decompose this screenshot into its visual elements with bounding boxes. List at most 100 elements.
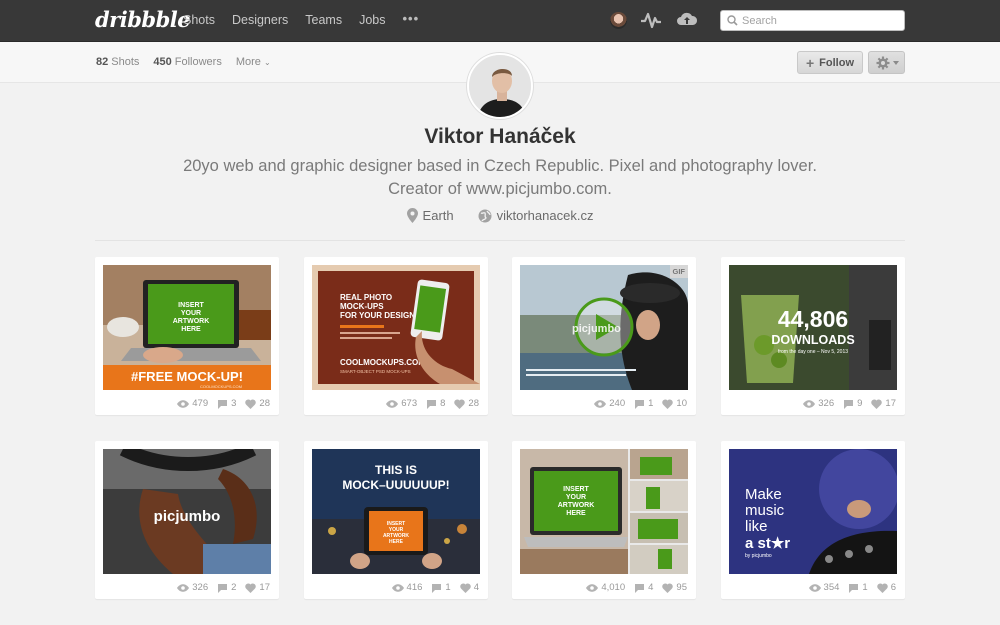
shot-stats: 673 8 28	[386, 398, 479, 409]
comments-stat[interactable]: 9	[843, 398, 862, 409]
gear-icon	[876, 56, 890, 70]
views-count: 354	[823, 582, 840, 593]
likes-stat[interactable]: 6	[876, 582, 896, 593]
shots-label: Shots	[111, 56, 140, 68]
mockup-text: MOCK-UPS	[340, 302, 384, 311]
location-text: Earth	[422, 208, 454, 223]
profile-avatar[interactable]	[467, 53, 533, 119]
search-box[interactable]	[720, 10, 905, 31]
comment-icon	[635, 399, 645, 409]
followers-stat[interactable]: 450 Followers	[153, 56, 221, 68]
shot-stats: 416 1 4	[391, 582, 479, 593]
likes-stat[interactable]: 17	[871, 398, 896, 409]
mockup-text: from the day one – Nov 5, 2013	[778, 349, 848, 355]
nav-teams[interactable]: Teams	[305, 13, 342, 27]
views-count: 326	[818, 398, 835, 409]
settings-menu-button[interactable]	[868, 51, 905, 74]
upload-cloud-icon[interactable]	[676, 10, 698, 33]
location[interactable]: Earth	[406, 208, 454, 223]
nav-designers[interactable]: Designers	[232, 13, 288, 27]
likes-stat[interactable]: 10	[662, 398, 687, 409]
shot-card[interactable]: INSERT YOUR ARTWORK HERE #FREE MOCK-UP! …	[95, 257, 279, 415]
views-count: 4,010	[601, 582, 626, 593]
mockup-text: ARTWORK	[173, 318, 210, 325]
shots-stat[interactable]: 82 Shots	[96, 56, 139, 68]
shot-thumbnail[interactable]: picjumbo	[103, 449, 271, 574]
mockup-text: HERE	[181, 326, 201, 333]
mockup-text: FOR YOUR DESIGNS	[340, 311, 421, 320]
comments-stat[interactable]: 8	[426, 398, 445, 409]
website-link[interactable]: viktorhanacek.cz	[478, 208, 593, 223]
follow-button[interactable]: + Follow	[797, 51, 863, 74]
nav-shots[interactable]: Shots	[183, 13, 215, 27]
comments-count: 1	[445, 582, 451, 593]
shot-thumbnail[interactable]: 44,806 DOWNLOADS from the day one – Nov …	[729, 265, 897, 390]
shot-card[interactable]: THIS IS MOCK–UUUUUUP! INSERT YOUR ARTWOR…	[304, 441, 488, 599]
nav-jobs[interactable]: Jobs	[359, 13, 385, 27]
shot-stats: 326 9 17	[803, 398, 896, 409]
shot-thumbnail[interactable]: INSERT YOUR ARTWORK HERE	[520, 449, 688, 574]
more-dropdown[interactable]: More ⌄	[236, 56, 271, 68]
plus-icon: +	[805, 54, 815, 71]
mockup-text: picjumbo	[572, 323, 621, 335]
comments-stat[interactable]: 1	[431, 582, 451, 593]
likes-stat[interactable]: 17	[245, 582, 270, 593]
shot-stats: 240 1 10	[594, 398, 687, 409]
shot-stats: 479 3 28	[177, 398, 270, 409]
comment-icon	[849, 583, 859, 593]
heart-icon	[245, 398, 257, 409]
shot-card[interactable]: REAL PHOTO MOCK-UPS FOR YOUR DESIGNS COO…	[304, 257, 488, 415]
mockup-text: HERE	[389, 539, 404, 545]
views-stat: 673	[386, 398, 417, 409]
dribbble-logo[interactable]: dribbble	[95, 7, 191, 32]
activity-icon[interactable]	[640, 11, 662, 34]
shot-thumbnail[interactable]: THIS IS MOCK–UUUUUUP! INSERT YOUR ARTWOR…	[312, 449, 480, 574]
likes-stat[interactable]: 28	[454, 398, 479, 409]
shot-thumbnail[interactable]: INSERT YOUR ARTWORK HERE #FREE MOCK-UP! …	[103, 265, 271, 390]
followers-label: Followers	[174, 56, 222, 68]
mockup-text: ARTWORK	[558, 502, 595, 509]
shot-card[interactable]: INSERT YOUR ARTWORK HERE 4,010 4 95	[512, 441, 696, 599]
heart-icon	[454, 398, 466, 409]
shot-thumbnail[interactable]: REAL PHOTO MOCK-UPS FOR YOUR DESIGNS COO…	[312, 265, 480, 390]
comments-stat[interactable]: 1	[848, 582, 868, 593]
nav-more-dots[interactable]: •••	[402, 11, 419, 27]
comments-stat[interactable]: 3	[217, 398, 236, 409]
comments-stat[interactable]: 4	[634, 582, 653, 593]
search-icon	[727, 15, 738, 26]
shot-card[interactable]: picjumbo 326 2 17	[95, 441, 279, 599]
heart-icon	[662, 398, 674, 409]
comment-icon	[427, 399, 437, 409]
shot-thumbnail[interactable]: Make music like a st★r by picjumbo	[729, 449, 897, 574]
shot-stats: 326 2 17	[177, 582, 270, 593]
eye-icon	[808, 583, 821, 592]
shot-card[interactable]: 44,806 DOWNLOADS from the day one – Nov …	[721, 257, 905, 415]
likes-stat[interactable]: 28	[245, 398, 270, 409]
mockup-text: THIS IS	[375, 463, 417, 477]
top-navigation-bar: dribbble Shots Designers Teams Jobs •••	[0, 0, 1000, 42]
likes-stat[interactable]: 95	[662, 582, 687, 593]
comments-count: 8	[440, 398, 446, 409]
section-divider	[95, 240, 905, 241]
mockup-text: DOWNLOADS	[771, 333, 854, 347]
views-stat: 479	[177, 398, 208, 409]
search-input[interactable]	[742, 13, 900, 28]
mockup-text: INSERT	[178, 302, 204, 309]
eye-icon	[803, 399, 816, 408]
comments-stat[interactable]: 2	[217, 582, 236, 593]
main-nav: Shots Designers Teams Jobs •••	[183, 11, 436, 27]
user-avatar-icon[interactable]	[610, 12, 627, 29]
likes-stat[interactable]: 4	[459, 582, 479, 593]
mockup-text: REAL PHOTO	[340, 293, 392, 302]
mockup-text: 44,806	[778, 306, 848, 332]
likes-count: 28	[468, 398, 479, 409]
shots-count: 82	[96, 56, 109, 68]
comments-stat[interactable]: 1	[634, 398, 653, 409]
shot-card[interactable]: picjumbo GIF 240 1 10	[512, 257, 696, 415]
comments-count: 1	[648, 398, 654, 409]
follow-label: Follow	[819, 56, 854, 69]
shot-card[interactable]: Make music like a st★r by picjumbo 354 1…	[721, 441, 905, 599]
shot-thumbnail[interactable]: picjumbo GIF	[520, 265, 688, 390]
comments-count: 3	[231, 398, 237, 409]
views-count: 326	[192, 582, 209, 593]
